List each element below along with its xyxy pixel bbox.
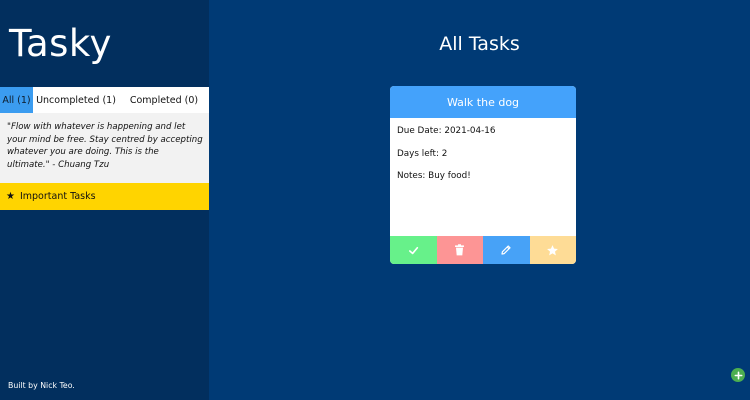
edit-button[interactable] (483, 236, 530, 264)
delete-button[interactable] (436, 236, 483, 264)
important-tasks-button[interactable]: ★ Important Tasks (0, 183, 209, 210)
task-card: Walk the dog Due Date: 2021-04-16 Days l… (390, 86, 576, 264)
tab-completed[interactable]: Completed (0) (119, 87, 209, 113)
trash-icon (455, 244, 465, 256)
tab-uncompleted[interactable]: Uncompleted (1) (33, 87, 119, 113)
important-tasks-label: Important Tasks (19, 191, 96, 202)
task-notes: Notes: Buy food! (397, 171, 471, 181)
credit-text: Built by Nick Teo. (8, 381, 75, 390)
task-details: Due Date: 2021-04-16 Days left: 2 Notes:… (390, 118, 576, 236)
tab-all[interactable]: All (1) (0, 87, 33, 113)
task-title: Walk the dog (390, 86, 576, 118)
quote-box: "Flow with whatever is happening and let… (0, 113, 209, 183)
plus-icon (734, 371, 742, 379)
star-icon (547, 244, 559, 255)
task-actions (390, 236, 576, 264)
star-icon: ★ (6, 191, 15, 202)
task-days-left: Days left: 2 (397, 148, 448, 159)
check-icon (408, 246, 418, 254)
mark-important-button[interactable] (529, 236, 576, 264)
sidebar: Tasky All (1) Uncompleted (1) Completed … (0, 0, 209, 400)
page-title: All Tasks (439, 33, 520, 55)
add-task-button[interactable] (731, 368, 745, 382)
pencil-icon (501, 245, 511, 255)
app-logo: Tasky (9, 22, 112, 65)
task-due-date: Due Date: 2021-04-16 (397, 126, 496, 136)
complete-button[interactable] (390, 236, 437, 264)
quote-text: "Flow with whatever is happening and let… (7, 122, 203, 170)
filter-tabs: All (1) Uncompleted (1) Completed (0) (0, 87, 209, 113)
